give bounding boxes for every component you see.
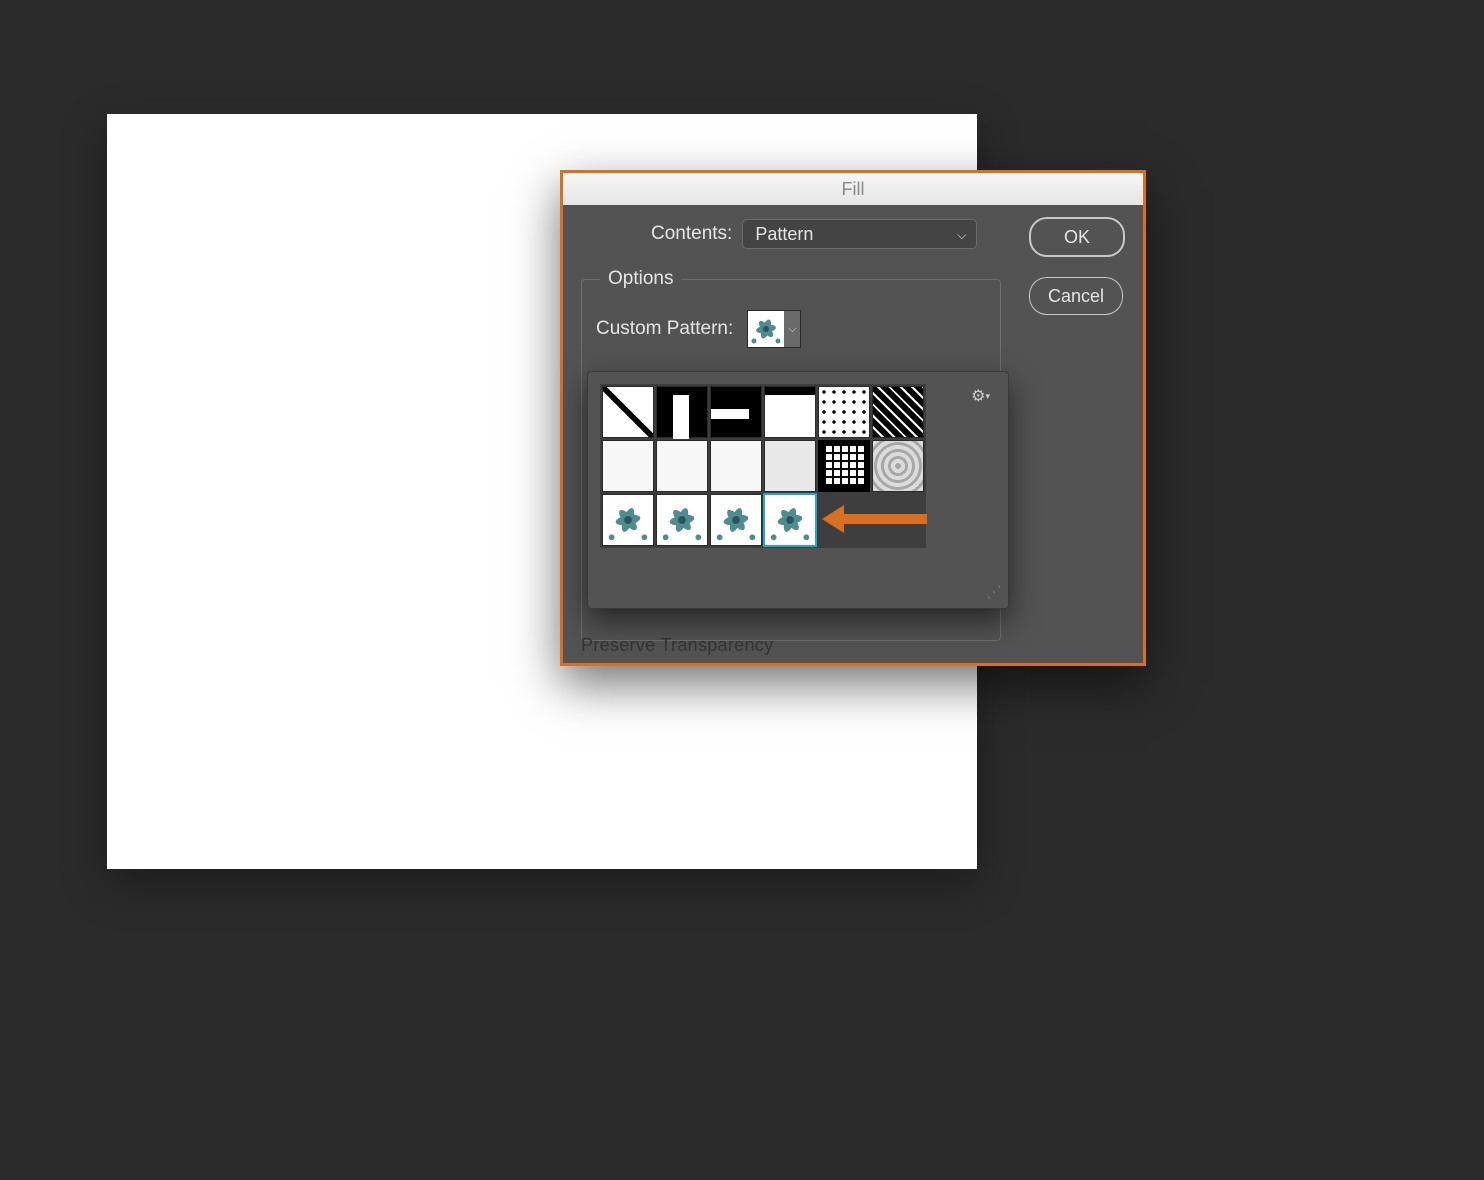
resize-grip-icon[interactable]: ⋰ xyxy=(986,582,1002,602)
contents-value: Pattern xyxy=(755,224,813,245)
pattern-thumb[interactable] xyxy=(764,440,816,492)
dialog-titlebar: Fill xyxy=(563,173,1143,205)
pattern-thumb[interactable] xyxy=(710,440,762,492)
current-pattern-thumb xyxy=(748,311,784,347)
pattern-thumb[interactable] xyxy=(710,386,762,438)
pattern-picker-flyout: ⚙︎▾ ⋰ xyxy=(587,371,1009,609)
pattern-thumb[interactable] xyxy=(656,494,708,546)
dialog-body: Contents: Pattern ⌵ OK Cancel Options Cu… xyxy=(563,205,1143,263)
contents-select[interactable]: Pattern ⌵ xyxy=(742,219,977,249)
pattern-thumb[interactable] xyxy=(818,440,870,492)
pattern-thumb[interactable] xyxy=(602,386,654,438)
cancel-button[interactable]: Cancel xyxy=(1029,277,1123,315)
pattern-thumb[interactable] xyxy=(872,386,924,438)
custom-pattern-swatch[interactable]: ⌵ xyxy=(747,310,801,348)
pattern-dropdown-button[interactable]: ⌵ xyxy=(784,311,800,347)
fill-dialog: Fill Contents: Pattern ⌵ OK Cancel Optio… xyxy=(560,170,1146,666)
ok-button[interactable]: OK xyxy=(1029,217,1125,257)
contents-label: Contents: xyxy=(651,223,732,245)
pattern-thumb[interactable] xyxy=(872,440,924,492)
pattern-thumb-selected[interactable] xyxy=(764,494,816,546)
chevron-down-icon: ⌵ xyxy=(788,323,796,336)
custom-pattern-label: Custom Pattern: xyxy=(596,318,733,340)
pattern-thumb[interactable] xyxy=(602,440,654,492)
pattern-thumb[interactable] xyxy=(710,494,762,546)
ok-button-label: OK xyxy=(1064,227,1090,248)
options-legend: Options xyxy=(600,268,681,290)
preserve-transparency-row[interactable]: Preserve Transparency xyxy=(581,635,773,656)
dialog-title: Fill xyxy=(842,179,865,200)
preserve-transparency-label: Preserve Transparency xyxy=(581,635,773,655)
gear-icon[interactable]: ⚙︎▾ xyxy=(971,386,990,406)
chevron-down-icon: ⌵ xyxy=(957,228,966,243)
pattern-grid xyxy=(600,384,926,548)
cancel-button-label: Cancel xyxy=(1048,286,1104,307)
pattern-thumb[interactable] xyxy=(818,386,870,438)
pattern-thumb[interactable] xyxy=(656,440,708,492)
pattern-thumb[interactable] xyxy=(656,386,708,438)
pattern-thumb[interactable] xyxy=(764,386,816,438)
pattern-thumb[interactable] xyxy=(602,494,654,546)
